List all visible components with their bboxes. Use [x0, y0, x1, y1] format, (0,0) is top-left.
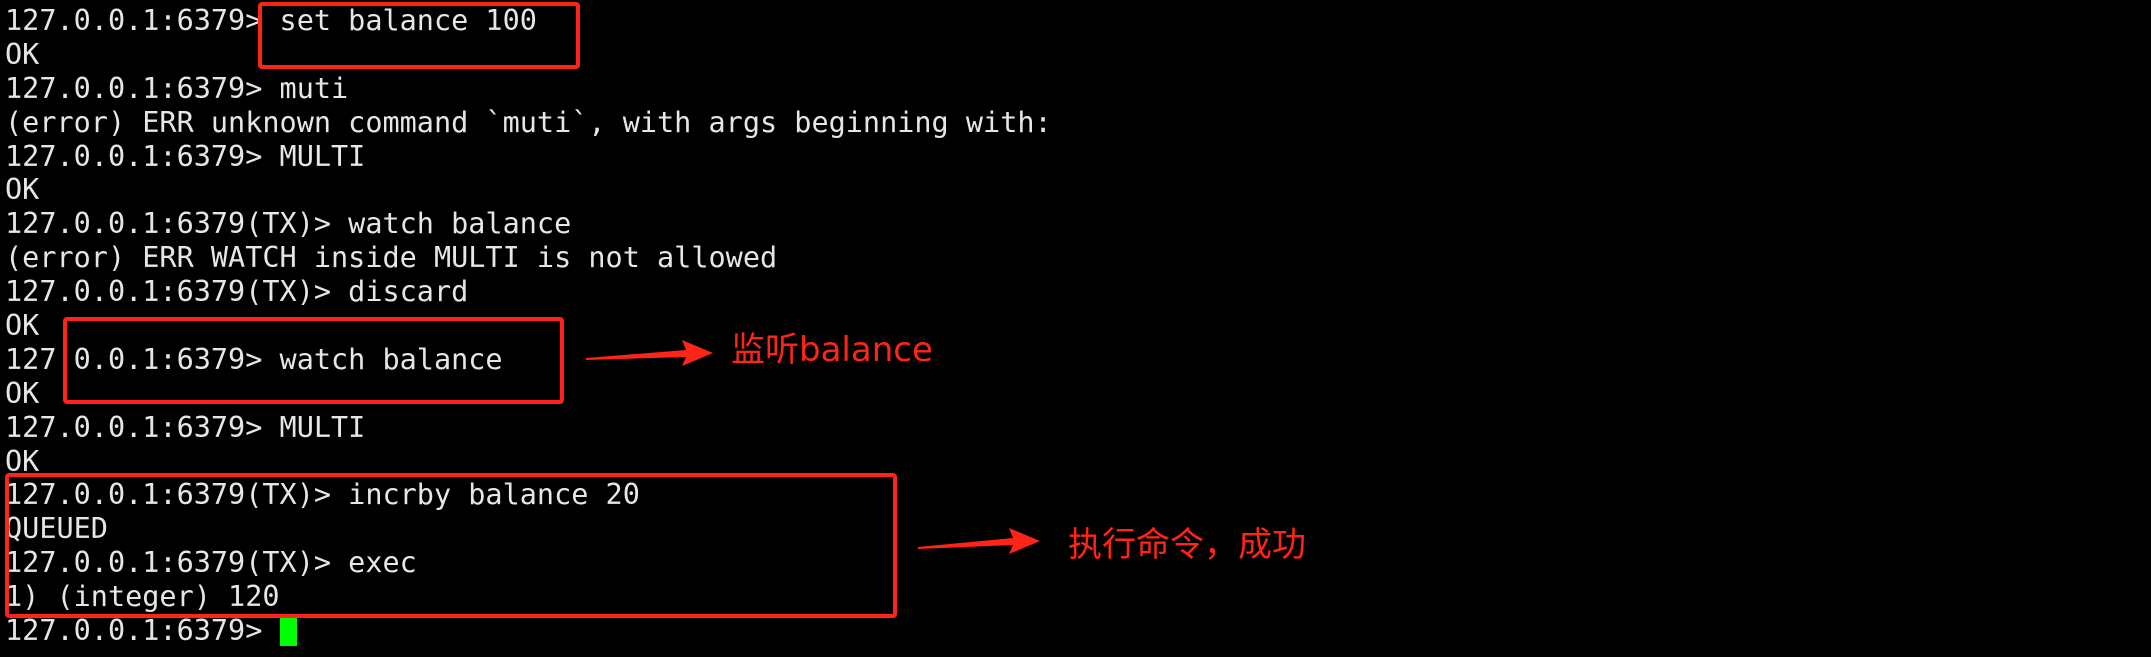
terminal-line: 127.0.0.1:6379(TX)> discard — [5, 275, 469, 309]
arrow-right-icon — [586, 340, 713, 366]
terminal-line: (error) ERR WATCH inside MULTI is not al… — [5, 241, 778, 275]
exec-annotation: 执行命令，成功 — [1068, 525, 1306, 565]
terminal-line: 127.0.0.1:6379> MULTI — [5, 410, 366, 444]
terminal-line: 127.0.0.1:6379(TX)> watch balance — [5, 207, 572, 241]
text-cursor — [279, 615, 297, 647]
arrow-right-icon — [918, 528, 1040, 554]
terminal-line: (error) ERR unknown command `muti`, with… — [5, 105, 1052, 139]
highlight-box-set — [258, 2, 580, 69]
watch-annotation: 监听balance — [731, 330, 933, 370]
highlight-box-watch — [63, 317, 564, 404]
highlight-box-exec — [5, 473, 897, 618]
terminal-line: OK — [5, 173, 40, 207]
terminal-line: 127.0.0.1:6379> MULTI — [5, 139, 366, 173]
terminal-prompt: 127.0.0.1:6379> — [5, 614, 280, 648]
terminal-prompt-line[interactable]: 127.0.0.1:6379> — [5, 614, 1052, 648]
terminal-line: 127.0.0.1:6379> muti — [5, 71, 349, 105]
